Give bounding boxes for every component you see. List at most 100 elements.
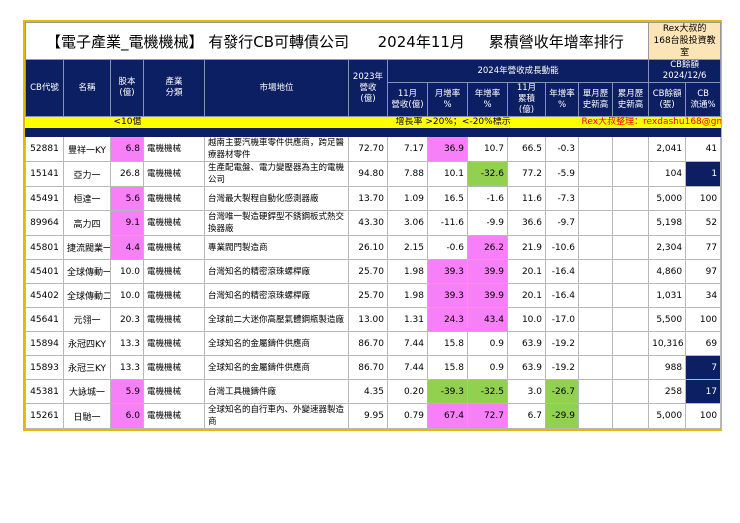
market-position: 全球前二大迷你高壓氣體鋼瓶製造廠 [204,307,349,332]
month-record [578,355,613,380]
cum-record [611,161,650,187]
cb-outstanding-pct: 52 [685,210,722,236]
cum-revenue: 66.5 [507,136,546,162]
cum-revenue: 6.7 [507,403,546,429]
mom-growth: -39.3 [427,379,468,404]
revenue-2023: 26.10 [348,235,388,260]
revenue-2023: 94.80 [348,161,388,187]
cum-revenue: 36.6 [507,210,546,236]
cb-balance: 258 [648,379,687,404]
credit-note: Rex大叔整理：rexdashu168@gmail.com [578,116,721,129]
industry: 電機機械 [143,283,205,308]
nov-revenue: 1.98 [387,259,428,284]
nov-revenue: 7.44 [387,355,428,380]
company-name: 高力四 [63,210,111,236]
month-record [578,283,613,308]
company-name: 全球傳動二 [63,283,111,308]
revenue-2023: 4.35 [348,379,388,404]
nov-revenue: 0.20 [387,379,428,404]
capital: 6.0 [110,403,144,429]
cb-balance: 988 [648,355,687,380]
cum-yoy-growth: -19.2 [545,331,579,356]
header-code: CB代號 [25,59,64,117]
cum-yoy-growth: -29.9 [545,403,579,429]
month-record [578,136,613,162]
market-position: 全球知名的自行車內、外變速器製造商 [204,403,349,429]
cum-record [611,379,650,404]
cb-code: 15894 [25,331,64,356]
cb-code: 15893 [25,355,64,380]
mom-growth: 10.1 [427,161,468,187]
table-row: 15261 日馳一 6.0 電機機械 全球知名的自行車內、外變速器製造商 9.95 0.79… [25,403,722,429]
nov-revenue: 3.06 [387,210,428,236]
header-rev2023: 2023年 營收(億) [348,59,388,117]
yoy-growth: 43.4 [467,307,508,332]
cum-yoy-growth: -0.3 [545,136,579,162]
cum-record [611,307,650,332]
company-name: 桓達一 [63,186,111,211]
badge-line2: 168台股投資教室 [653,36,716,58]
cb-code: 89964 [25,210,64,236]
cb-code: 45801 [25,235,64,260]
header-industry: 產業 分類 [143,59,205,117]
cb-outstanding-pct: 100 [685,186,722,211]
author-badge: Rex大叔的 168台股投資教室 [648,22,722,60]
header-cb-pct: CB 流通% [685,82,722,117]
capital: 10.0 [110,259,144,284]
market-position: 全球知名的金屬鑄件供應商 [204,331,349,356]
market-position: 全球知名的金屬鑄件供應商 [204,355,349,380]
cb-outstanding-pct: 17 [685,379,722,404]
revenue-2023: 13.00 [348,307,388,332]
cum-record [611,259,650,284]
header-market: 市場地位 [204,59,349,117]
cum-revenue: 20.1 [507,283,546,308]
revenue-2023: 72.70 [348,136,388,162]
capital: 4.4 [110,235,144,260]
cum-record [611,403,650,429]
cb-code: 45402 [25,283,64,308]
cb-outstanding-pct: 100 [685,307,722,332]
market-position: 生產配電盤、電力變壓器為主的電機公司 [204,161,349,187]
cum-record [611,355,650,380]
header-mom: 月增率% [427,82,468,117]
company-name: 捷流閥業一 [63,235,111,260]
cb-code: 52881 [25,136,64,162]
nov-revenue: 0.79 [387,403,428,429]
market-position: 越南主要汽機車零件供應商，跨足醫療器材零件 [204,136,349,162]
market-position: 專業閥門製造商 [204,235,349,260]
cb-outstanding-pct: 77 [685,235,722,260]
market-position: 台灣最大製程自動化感測器廠 [204,186,349,211]
cum-revenue: 21.9 [507,235,546,260]
month-record [578,331,613,356]
cb-balance: 5,500 [648,307,687,332]
rule-note: 增長率 >20%；<-20%標示 [387,116,579,129]
revenue-2023: 13.70 [348,186,388,211]
mom-growth: 36.9 [427,136,468,162]
capital: 6.8 [110,136,144,162]
badge-line1: Rex大叔的 [662,24,707,34]
month-record [578,259,613,284]
industry: 電機機械 [143,136,205,162]
cum-record [611,235,650,260]
yoy-growth: 0.9 [467,355,508,380]
cum-revenue: 3.0 [507,379,546,404]
industry: 電機機械 [143,403,205,429]
cb-outstanding-pct: 97 [685,259,722,284]
table-row: 45401 全球傳動一 10.0 電機機械 台灣知名的精密滾珠螺桿廠 25.70 1.98 3… [25,259,722,284]
company-name: 全球傳動一 [63,259,111,284]
mom-growth: 39.3 [427,259,468,284]
yoy-growth: 26.2 [467,235,508,260]
header-cum-high: 累月歷 史新高 [611,82,650,117]
mom-growth: 24.3 [427,307,468,332]
table-row: 45491 桓達一 5.6 電機機械 台灣最大製程自動化感測器廠 13.70 1.09 16.… [25,186,722,211]
industry: 電機機械 [143,331,205,356]
header-capital: 股本 (億) [110,59,144,117]
cum-yoy-growth: -17.0 [545,307,579,332]
nov-revenue: 7.17 [387,136,428,162]
table-row: 45381 大詠城一 5.9 電機機械 台灣工具機鑄件廠 4.35 0.20 -39.3 -32… [25,379,722,404]
header-cb-group: CB餘額 2024/12/6 [648,59,722,83]
month-record [578,161,613,187]
capital: 13.3 [110,331,144,356]
month-record [578,379,613,404]
cum-yoy-growth: -9.7 [545,210,579,236]
